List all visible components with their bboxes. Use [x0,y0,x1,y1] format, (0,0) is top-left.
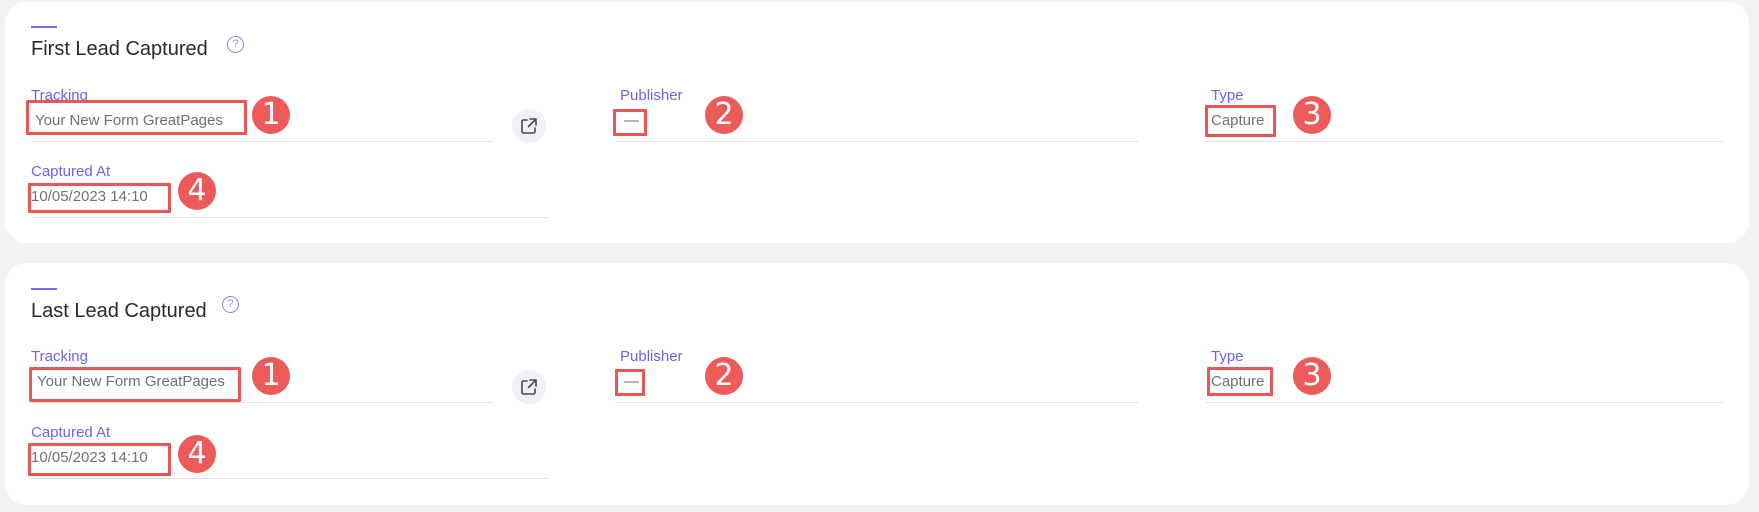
title-accent-line [31,288,57,290]
annotation-box [1205,105,1276,137]
annotation-marker: 4 [178,172,216,210]
publisher-label: Publisher [620,87,683,104]
open-tracking-link-button[interactable] [512,370,546,404]
tracking-underline [31,402,494,403]
annotation-marker: 4 [178,435,216,473]
annotation-marker: 3 [1293,96,1331,134]
tracking-underline [31,141,494,142]
tracking-label: Tracking [31,348,88,365]
external-link-icon [521,379,537,395]
publisher-label: Publisher [620,348,683,365]
annotation-marker: 1 [252,357,290,395]
annotation-marker: 2 [705,357,743,395]
annotation-marker: 2 [705,96,743,134]
card-title: Last Lead Captured [31,300,207,322]
annotation-box [28,183,171,213]
captured-at-underline [31,478,548,479]
annotation-box [615,369,645,396]
last-lead-captured-card: Last Lead Captured ? Tracking Your New F… [5,263,1749,505]
captured-at-label: Captured At [31,163,111,180]
annotation-marker: 3 [1293,357,1331,395]
type-label: Type [1211,348,1244,365]
publisher-underline [615,141,1138,142]
annotation-box [26,100,247,135]
annotation-box [1207,367,1273,396]
open-tracking-link-button[interactable] [512,109,546,143]
captured-at-label: Captured At [31,424,111,441]
card-title: First Lead Captured [31,38,208,60]
annotation-box [28,443,171,476]
type-label: Type [1211,87,1244,104]
captured-at-underline [31,217,548,218]
annotation-box [613,109,647,136]
type-underline [1206,141,1725,142]
annotation-box [29,367,241,402]
title-accent-line [31,26,57,28]
external-link-icon [521,118,537,134]
first-lead-captured-card: First Lead Captured ? Tracking Your New … [5,2,1749,243]
question-circle-icon[interactable]: ? [222,296,239,313]
annotation-marker: 1 [252,96,290,134]
publisher-underline [615,402,1138,403]
question-circle-icon[interactable]: ? [227,36,244,53]
type-underline [1206,402,1725,403]
